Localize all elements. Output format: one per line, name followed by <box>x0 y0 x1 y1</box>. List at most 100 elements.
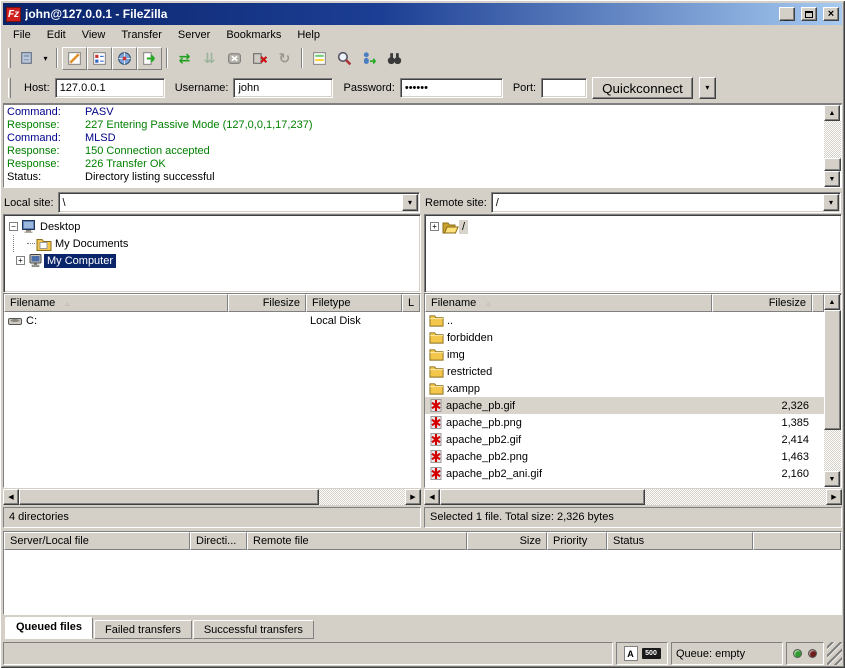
port-input[interactable] <box>541 78 587 98</box>
find-files-button[interactable] <box>382 47 407 70</box>
synchronized-browsing-button[interactable] <box>357 47 382 70</box>
remote-site-combobox[interactable]: / ▾ <box>491 192 841 213</box>
remote-directory-tree[interactable]: + / <box>424 214 842 293</box>
remote-vertical-scrollbar[interactable]: ▲ ▼ <box>824 294 841 487</box>
scroll-left-button[interactable]: ◀ <box>3 489 19 505</box>
column-header-size[interactable]: Size <box>467 532 547 550</box>
queue-body[interactable] <box>4 550 841 614</box>
menu-bookmarks[interactable]: Bookmarks <box>218 26 289 44</box>
transfer-type-icon[interactable]: A <box>624 646 638 661</box>
remote-file-row[interactable]: .. <box>425 312 824 329</box>
tab-queued-files[interactable]: Queued files <box>5 617 93 639</box>
maximize-button[interactable] <box>801 7 817 21</box>
column-header-serverlocal[interactable]: Server/Local file <box>4 532 190 550</box>
menu-transfer[interactable]: Transfer <box>113 26 170 44</box>
process-queue-button[interactable]: ⇊ <box>197 47 222 70</box>
column-header-remotefile[interactable]: Remote file <box>247 532 467 550</box>
close-button[interactable]: × <box>823 7 839 21</box>
scrollbar-thumb[interactable] <box>440 489 645 505</box>
remote-file-row[interactable]: apache_pb.png 1,385 <box>425 414 824 431</box>
quickconnect-dropdown[interactable]: ▾ <box>699 77 716 99</box>
column-header-filename[interactable]: Filename▵ <box>425 294 712 312</box>
column-header-filesize[interactable]: Filesize <box>228 294 306 312</box>
menu-server[interactable]: Server <box>170 26 218 44</box>
host-input[interactable] <box>55 78 165 98</box>
minimize-button[interactable]: _ <box>779 7 795 21</box>
remote-horizontal-scrollbar[interactable]: ◀ ▶ <box>424 489 842 505</box>
scroll-up-button[interactable]: ▲ <box>824 294 840 310</box>
scroll-down-button[interactable]: ▼ <box>824 471 840 487</box>
tab-failed-transfers[interactable]: Failed transfers <box>94 620 192 639</box>
scroll-right-button[interactable]: ▶ <box>405 489 421 505</box>
filezilla-window: Fz john@127.0.0.1 - FileZilla _ × File E… <box>0 0 845 668</box>
titlebar[interactable]: Fz john@127.0.0.1 - FileZilla _ × <box>3 3 842 25</box>
remote-file-row[interactable]: restricted <box>425 363 824 380</box>
sort-ascending-icon: ▵ <box>65 299 69 308</box>
column-header-filetype[interactable]: Filetype <box>306 294 402 312</box>
local-directory-tree[interactable]: − Desktop My Documents <box>3 214 421 293</box>
filezilla-app-icon[interactable]: Fz <box>6 7 21 22</box>
tree-item-desktop[interactable]: − Desktop <box>6 218 418 235</box>
log-scrollbar[interactable]: ▲ ▼ <box>824 105 841 187</box>
remote-file-row[interactable]: apache_pb2.png 1,463 <box>425 448 824 465</box>
remote-file-row[interactable]: img <box>425 346 824 363</box>
speed-limit-icon[interactable]: 500 <box>642 648 661 659</box>
username-input[interactable] <box>233 78 333 98</box>
column-header-filesize[interactable]: Filesize <box>712 294 812 312</box>
refresh-icon: ⇄ <box>179 50 191 67</box>
scroll-left-button[interactable]: ◀ <box>424 489 440 505</box>
menu-help[interactable]: Help <box>289 26 328 44</box>
menu-edit[interactable]: Edit <box>39 26 74 44</box>
cancel-operation-button[interactable] <box>222 47 247 70</box>
activity-led-red <box>808 649 817 658</box>
refresh-button[interactable]: ⇄ <box>172 47 197 70</box>
remote-file-row-selected[interactable]: apache_pb.gif 2,326 <box>425 397 824 414</box>
remote-file-row[interactable]: apache_pb2_ani.gif 2,160 <box>425 465 824 482</box>
my-documents-icon <box>36 237 52 251</box>
column-header-status[interactable]: Status <box>607 532 753 550</box>
scroll-right-button[interactable]: ▶ <box>826 489 842 505</box>
quickconnect-button[interactable]: Quickconnect <box>592 77 693 99</box>
column-header-filename[interactable]: Filename▵ <box>4 294 228 312</box>
filter-button[interactable] <box>307 47 332 70</box>
disconnect-button[interactable] <box>247 47 272 70</box>
site-manager-button[interactable] <box>14 47 39 70</box>
column-header-priority[interactable]: Priority <box>547 532 607 550</box>
toggle-local-tree-button[interactable] <box>87 47 112 70</box>
local-pane: Local site: \ ▾ − Desktop <box>3 191 421 528</box>
expand-icon[interactable]: + <box>430 222 439 231</box>
toggle-transfer-queue-button[interactable] <box>137 47 162 70</box>
local-site-combobox[interactable]: \ ▾ <box>58 192 420 213</box>
password-input[interactable] <box>400 78 503 98</box>
site-manager-dropdown[interactable]: ▾ <box>39 47 52 70</box>
menu-view[interactable]: View <box>74 26 114 44</box>
local-tree-icon <box>91 50 108 67</box>
local-horizontal-scrollbar[interactable]: ◀ ▶ <box>3 489 421 505</box>
remote-file-row[interactable]: forbidden <box>425 329 824 346</box>
scroll-down-button[interactable]: ▼ <box>824 171 840 187</box>
chevron-down-icon[interactable]: ▾ <box>402 194 418 211</box>
tab-successful-transfers[interactable]: Successful transfers <box>193 620 314 639</box>
scrollbar-thumb[interactable] <box>19 489 319 505</box>
chevron-down-icon[interactable]: ▾ <box>823 194 839 211</box>
remote-file-row[interactable]: xampp <box>425 380 824 397</box>
expand-icon[interactable]: + <box>16 256 25 265</box>
scrollbar-thumb[interactable] <box>824 158 841 171</box>
tree-item-my-computer[interactable]: + My Computer <box>6 252 418 269</box>
toggle-remote-tree-button[interactable] <box>112 47 137 70</box>
column-header-lastmodified[interactable]: L <box>402 294 420 312</box>
collapse-icon[interactable]: − <box>9 222 18 231</box>
tree-item-root[interactable]: + / <box>427 218 839 235</box>
reconnect-button[interactable]: ↻ <box>272 47 297 70</box>
tree-item-my-documents[interactable]: My Documents <box>6 235 418 252</box>
resize-grip[interactable] <box>827 642 842 665</box>
scroll-up-button[interactable]: ▲ <box>824 105 840 121</box>
toggle-message-log-button[interactable] <box>62 47 87 70</box>
window-title: john@127.0.0.1 - FileZilla <box>25 7 773 21</box>
column-header-direction[interactable]: Directi... <box>190 532 247 550</box>
remote-file-row[interactable]: apache_pb2.gif 2,414 <box>425 431 824 448</box>
directory-comparison-button[interactable] <box>332 47 357 70</box>
scrollbar-thumb[interactable] <box>824 310 841 430</box>
menu-file[interactable]: File <box>5 26 39 44</box>
local-file-row[interactable]: C: Local Disk <box>4 312 420 329</box>
